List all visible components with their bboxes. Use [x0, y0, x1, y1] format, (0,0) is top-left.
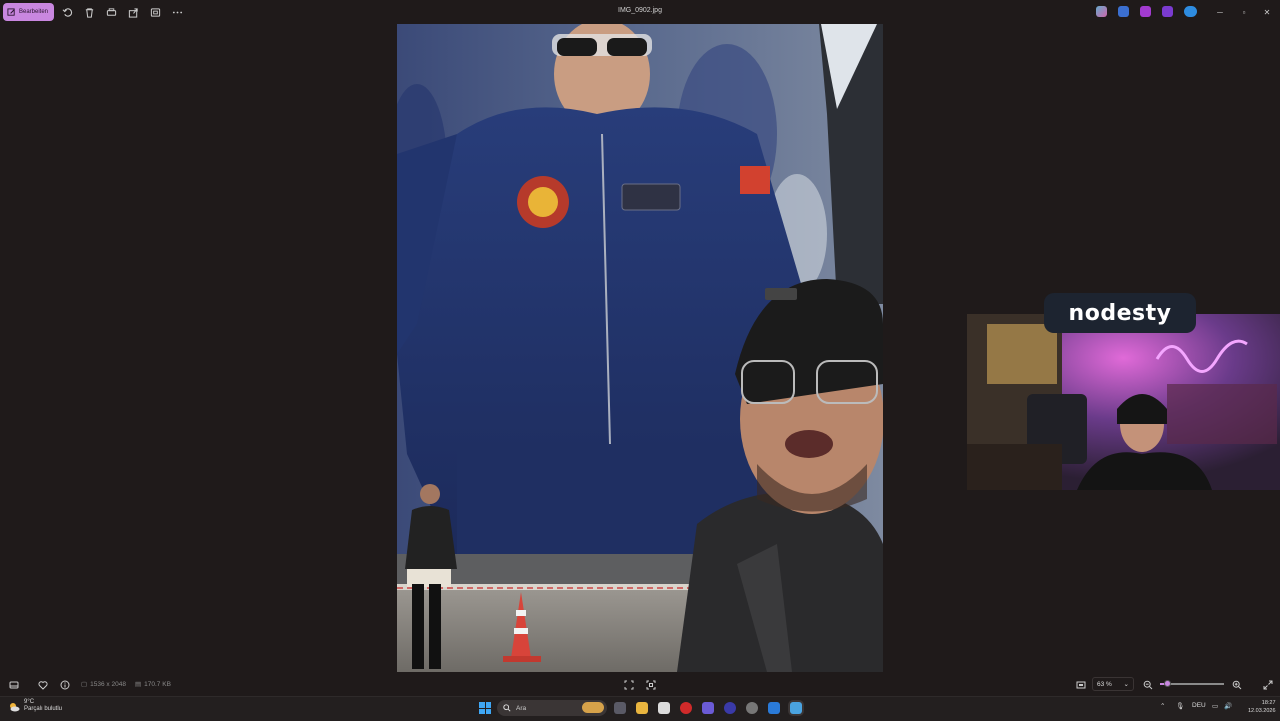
weather-temp: 9°C: [24, 699, 35, 705]
clipchamp-icon[interactable]: [1140, 6, 1151, 17]
photos-app-icon[interactable]: [790, 702, 802, 714]
copilot-icon[interactable]: [1096, 6, 1107, 17]
image-dimensions: ▢ 1536 x 2048: [81, 680, 126, 689]
delete-icon[interactable]: [83, 6, 95, 18]
microphone-icon[interactable]: 🎙: [1176, 702, 1184, 710]
zoom-out-icon[interactable]: [1142, 679, 1153, 690]
edit-icon: [7, 7, 15, 16]
filesize-value: 170.7 KB: [144, 680, 171, 688]
fullscreen-icon[interactable]: [1262, 679, 1273, 690]
zoom-in-icon[interactable]: [1231, 679, 1242, 690]
filmstrip-icon[interactable]: [8, 679, 19, 690]
clock[interactable]: 18:27 12.03.2026: [1248, 699, 1276, 715]
obs-icon[interactable]: [724, 702, 736, 714]
actual-size-icon[interactable]: [645, 679, 656, 690]
photo-image: [397, 24, 883, 672]
windows-start-icon[interactable]: [479, 702, 491, 714]
more-icon[interactable]: [171, 6, 183, 18]
favorite-icon[interactable]: [37, 679, 48, 690]
webcam-overlay: [967, 314, 1280, 490]
nodesty-logo: nodesty: [1044, 293, 1196, 333]
clock-date: 12.03.2026: [1248, 708, 1276, 714]
network-icon[interactable]: ▭: [1212, 702, 1218, 710]
close-icon[interactable]: ✕: [1261, 6, 1273, 18]
photo-canvas[interactable]: [397, 24, 883, 672]
slideshow-icon[interactable]: [149, 6, 161, 18]
print-icon[interactable]: [105, 6, 117, 18]
rotate-icon[interactable]: [61, 6, 73, 18]
dimensions-value: 1536 x 2048: [90, 680, 126, 688]
search-highlight-icon[interactable]: [582, 702, 604, 713]
task-view-icon[interactable]: [614, 702, 626, 714]
zoom-value: 63 %: [1097, 680, 1112, 688]
fit-image-icon[interactable]: [1075, 679, 1086, 690]
onedrive-icon[interactable]: [1184, 6, 1197, 17]
designer-icon[interactable]: [1162, 6, 1173, 17]
dimensions-icon: ▢: [81, 681, 88, 688]
tray-chevron-icon[interactable]: ⌃: [1160, 702, 1165, 710]
weather-icon: [8, 700, 20, 712]
weather-desc: Parçalı bulutlu: [24, 706, 63, 712]
fit-to-window-icon[interactable]: [623, 679, 634, 690]
title-bar: Bearbeiten IMG_0902.jpg ─ ▫ ✕: [0, 0, 1280, 24]
minimize-icon[interactable]: ─: [1214, 6, 1226, 18]
app-icon[interactable]: [768, 702, 780, 714]
file-explorer-icon[interactable]: [636, 702, 648, 714]
opera-icon[interactable]: [680, 702, 692, 714]
steam-icon[interactable]: [746, 702, 758, 714]
webcam-image: [967, 314, 1280, 490]
zoom-dropdown[interactable]: 63 % ⌄: [1092, 677, 1134, 691]
info-icon[interactable]: [59, 679, 70, 690]
filesize-icon: ▤: [135, 681, 142, 688]
search-icon: [503, 704, 511, 712]
clock-time: 18:27: [1261, 700, 1276, 706]
zoom-slider[interactable]: [1160, 680, 1224, 687]
viewer-status-bar: [0, 676, 1280, 693]
chevron-down-icon: ⌄: [1123, 681, 1129, 688]
maximize-icon[interactable]: ▫: [1238, 6, 1250, 18]
discord-icon[interactable]: [702, 702, 714, 714]
edit-button-label: Bearbeiten: [19, 9, 49, 15]
image-filesize: ▤ 170.7 KB: [135, 680, 171, 689]
volume-icon[interactable]: 🔊: [1224, 702, 1232, 710]
edit-app-icon[interactable]: [1118, 6, 1129, 17]
weather-widget[interactable]: 9°C Parçalı bulutlu: [8, 699, 62, 713]
share-icon[interactable]: [127, 6, 139, 18]
edit-button[interactable]: Bearbeiten: [3, 3, 54, 21]
language-indicator[interactable]: DEU: [1192, 702, 1206, 709]
window-title: IMG_0902.jpg: [618, 7, 662, 14]
store-icon[interactable]: [658, 702, 670, 714]
search-placeholder: Ara: [516, 704, 527, 712]
